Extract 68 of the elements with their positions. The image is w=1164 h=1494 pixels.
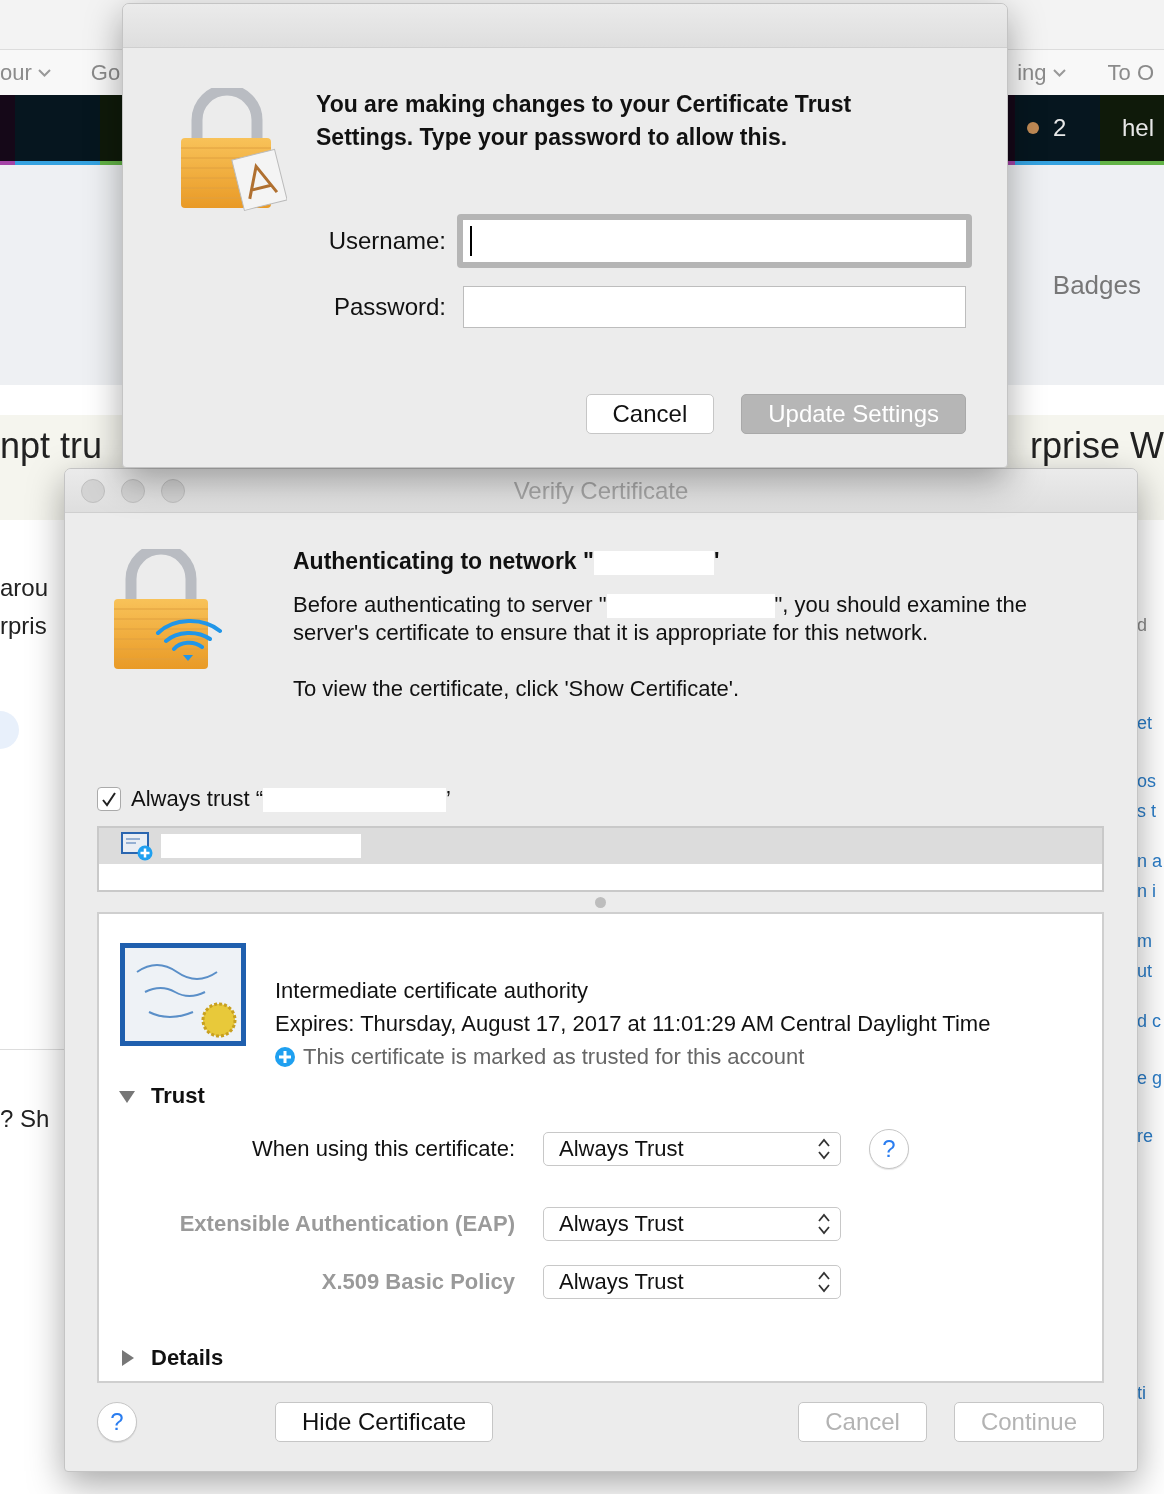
- page-link[interactable]: et: [1137, 708, 1164, 738]
- up-down-arrows-icon: [818, 1138, 830, 1160]
- trust-popup[interactable]: Always Trust: [543, 1132, 841, 1166]
- certificate-icon: [121, 831, 153, 861]
- checkbox-label: Always trust “ ’: [131, 785, 451, 813]
- trust-status: This certificate is marked as trusted for this account: [303, 1043, 805, 1071]
- trust-label: X.509 Basic Policy: [320, 1269, 515, 1295]
- nav-link[interactable]: Go: [90, 59, 121, 86]
- page-text: ? Sh: [0, 1104, 51, 1134]
- help-button[interactable]: ?: [97, 1402, 137, 1442]
- page-text: rpris: [0, 611, 48, 641]
- nav-link[interactable]: our: [0, 59, 51, 86]
- banner-heading: rprise W: [1030, 425, 1164, 467]
- page-link[interactable]: ut: [1137, 956, 1164, 986]
- dialog-message: Before authenticating to server " ", you should examine the server's certificate to ensure that it is appropriate for this network.: [293, 591, 1028, 647]
- splitter-handle[interactable]: [595, 896, 606, 908]
- page-link[interactable]: e g: [1137, 1063, 1164, 1093]
- page-link[interactable]: n a: [1137, 846, 1164, 876]
- certificate-type: Intermediate certificate authority: [275, 977, 590, 1005]
- trust-label: Extensible Authentication (EAP): [178, 1211, 515, 1237]
- banner-heading: npt tru: [0, 425, 103, 467]
- trust-popup[interactable]: Always Trust: [543, 1207, 841, 1241]
- trust-disclosure[interactable]: Trust: [119, 1083, 205, 1109]
- badges-link[interactable]: Badges: [1052, 269, 1141, 301]
- help-button[interactable]: ?: [869, 1129, 909, 1169]
- password-field[interactable]: [463, 286, 966, 328]
- nav-link[interactable]: To O: [1107, 59, 1154, 86]
- checkbox[interactable]: [97, 787, 121, 811]
- cancel-button[interactable]: Cancel: [585, 394, 715, 434]
- field-label: Password:: [332, 293, 446, 321]
- field-label: Username:: [327, 227, 446, 255]
- lock-icon: [114, 549, 222, 671]
- trust-label: When using this certificate:: [251, 1136, 515, 1162]
- status-dot-icon: [1027, 122, 1039, 134]
- checkmark-icon: [101, 791, 117, 807]
- page-text: arou: [0, 573, 50, 603]
- username-field[interactable]: [457, 214, 972, 268]
- page-link[interactable]: s t: [1137, 796, 1164, 826]
- close-button[interactable]: [81, 478, 105, 503]
- page-text: d: [1137, 614, 1148, 637]
- nav-link[interactable]: ing: [1017, 59, 1066, 86]
- dialog-message: You are making changes to your Certificate Trust Settings. Type your password to allow this.: [316, 90, 853, 152]
- window-title: Verify Certificate: [513, 476, 689, 505]
- page-link[interactable]: d c: [1137, 1006, 1164, 1036]
- hide-certificate-button[interactable]: Hide Certificate: [275, 1402, 494, 1442]
- help-link[interactable]: hel: [1122, 114, 1155, 142]
- page-link[interactable]: os: [1137, 766, 1164, 796]
- notification-count: 2: [1053, 114, 1067, 142]
- certificate-icon: [119, 942, 247, 1047]
- certificate-row[interactable]: [99, 828, 1102, 864]
- triangle-down-icon: [119, 1088, 135, 1104]
- page-link[interactable]: m: [1137, 926, 1164, 956]
- dialog-heading: Authenticating to network " ': [293, 547, 721, 575]
- plus-circle-icon: [275, 1046, 295, 1067]
- up-down-arrows-icon: [818, 1213, 830, 1235]
- trust-popup[interactable]: Always Trust: [543, 1265, 841, 1299]
- minimize-button[interactable]: [121, 478, 145, 503]
- lock-icon: [181, 88, 287, 212]
- page-link[interactable]: re: [1137, 1121, 1164, 1151]
- page-link[interactable]: ti: [1137, 1378, 1164, 1408]
- zoom-button[interactable]: [161, 478, 185, 503]
- triangle-right-icon: [119, 1350, 135, 1366]
- expiry-date: Expires: Thursday, August 17, 2017 at 11:01:29 AM Central Daylight Time: [275, 1010, 991, 1038]
- page-link[interactable]: n i: [1137, 876, 1164, 906]
- details-disclosure[interactable]: Details: [119, 1345, 224, 1371]
- instruction-text: To view the certificate, click 'Show Certificate'.: [293, 675, 741, 703]
- up-down-arrows-icon: [818, 1271, 830, 1293]
- text-cursor-icon: [470, 226, 472, 256]
